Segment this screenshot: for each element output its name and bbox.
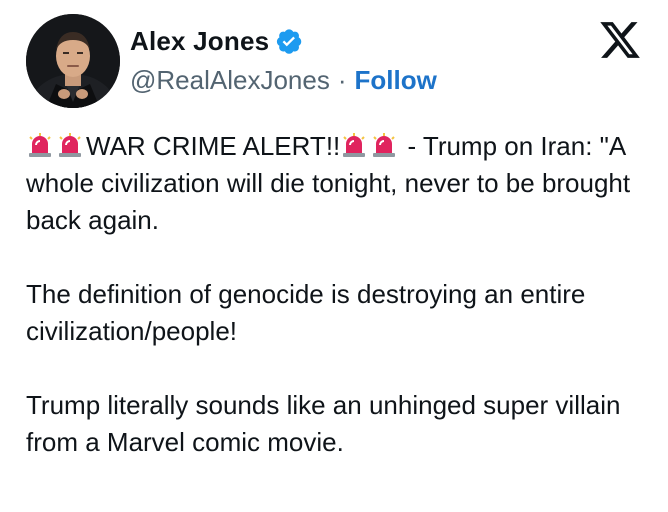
name-row: Alex Jones <box>130 24 437 58</box>
author-block: Alex Jones @RealAlexJones · Follow <box>130 24 437 98</box>
author-handle[interactable]: @RealAlexJones <box>130 65 330 96</box>
tweet-paragraph-3: Trump literally sounds like an unhinged … <box>26 390 621 457</box>
siren-icon <box>56 131 84 157</box>
x-logo-icon[interactable] <box>598 18 642 62</box>
tweet-paragraph-1: WAR CRIME ALERT!! - Trump on Iran: "A wh… <box>26 128 646 239</box>
tweet-header: Alex Jones @RealAlexJones · Follow <box>26 14 642 108</box>
tweet-alert-text: WAR CRIME ALERT!! <box>86 131 341 161</box>
verified-badge-icon <box>275 27 303 55</box>
tweet-card: Alex Jones @RealAlexJones · Follow WAR C… <box>0 0 668 512</box>
avatar[interactable] <box>26 14 120 108</box>
follow-button[interactable]: Follow <box>355 65 437 96</box>
siren-icon <box>340 131 368 157</box>
siren-icon <box>370 131 398 157</box>
tweet-text: WAR CRIME ALERT!! - Trump on Iran: "A wh… <box>26 128 646 461</box>
siren-icon <box>26 131 54 157</box>
author-display-name[interactable]: Alex Jones <box>130 26 269 57</box>
separator-dot: · <box>337 64 347 95</box>
handle-row: @RealAlexJones · Follow <box>130 62 437 98</box>
tweet-paragraph-2: The definition of genocide is destroying… <box>26 279 586 346</box>
